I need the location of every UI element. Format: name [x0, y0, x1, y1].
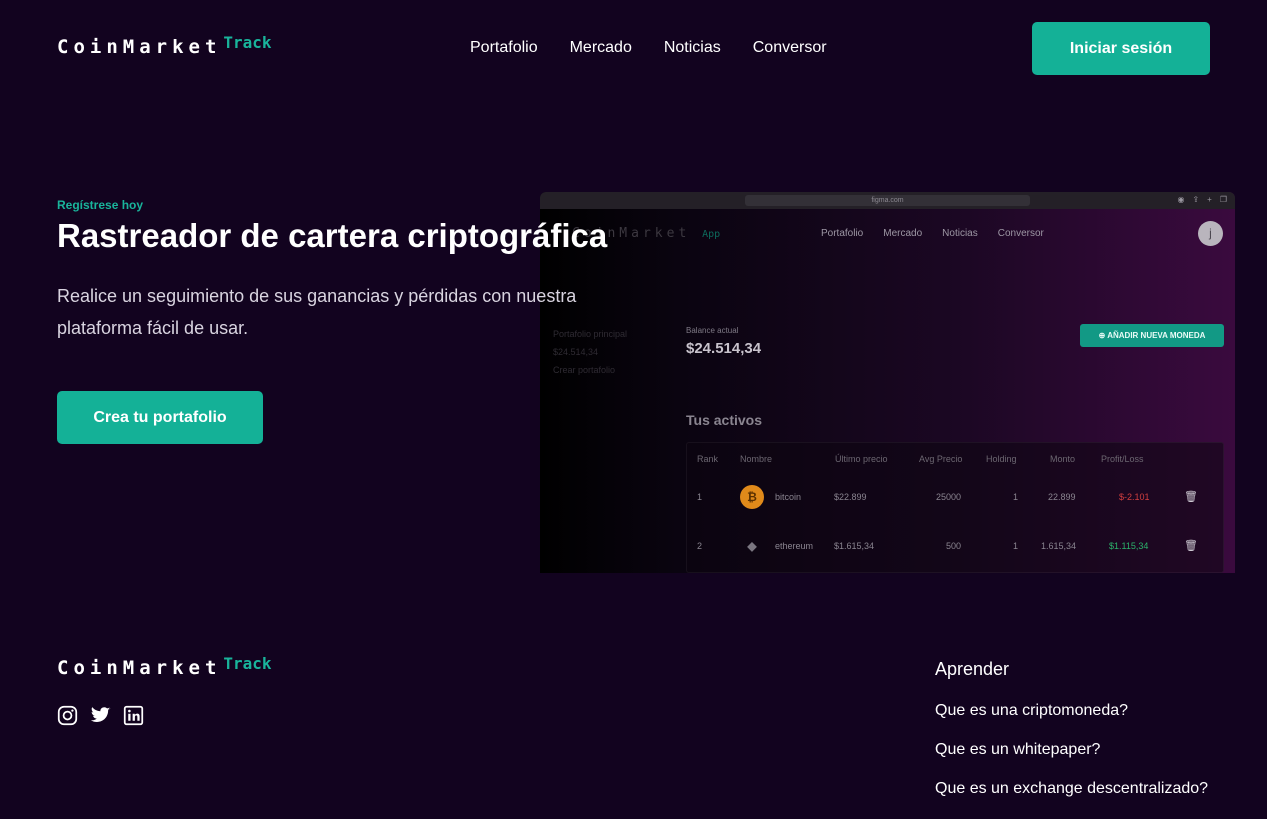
- trash-icon: 🗑: [1184, 540, 1198, 552]
- col-header: Último precio: [835, 454, 888, 464]
- bitcoin-icon: ₿: [740, 485, 764, 509]
- table-row: 2 ◆ ethereum $1.615,34 500 1 1.615,34 $1…: [687, 530, 1225, 573]
- nav-item-mercado[interactable]: Mercado: [570, 39, 632, 57]
- main-nav: Portafolio Mercado Noticias Conversor: [470, 39, 827, 57]
- login-button[interactable]: Iniciar sesión: [1032, 22, 1210, 75]
- linkedin-icon[interactable]: [123, 705, 144, 726]
- browser-bar: figma.com ◉ ⇪ + ❐: [540, 192, 1235, 209]
- col-header: Nombre: [740, 454, 773, 464]
- row-price: $1.615,34: [834, 541, 875, 551]
- eye-icon: ◉: [1177, 195, 1185, 204]
- browser-icons: ◉ ⇪ + ❐: [1177, 195, 1227, 204]
- preview-side-item: $24.514,34: [553, 347, 599, 357]
- row-avg: 25000: [936, 492, 962, 502]
- row-amount: 22.899: [1048, 492, 1076, 502]
- footer-brand-name: CoinMarket: [57, 657, 222, 679]
- top-header: CoinMarket Track Portafolio Mercado Noti…: [0, 0, 1267, 100]
- table-header: Rank Nombre Último precio Avg Precio Hol…: [687, 443, 1225, 475]
- col-header: Rank: [697, 454, 719, 464]
- row-rank: 1: [697, 492, 703, 502]
- preview-nav-item: Conversor: [997, 228, 1044, 239]
- learn-title: Aprender: [935, 659, 1010, 679]
- share-icon: ⇪: [1192, 195, 1200, 204]
- preview-side-item: Crear portafolio: [553, 365, 616, 375]
- preview-assets-table: Rank Nombre Último precio Avg Precio Hol…: [686, 442, 1224, 573]
- hero-eyebrow: Regístrese hoy: [57, 198, 144, 212]
- col-header: Monto: [1050, 454, 1076, 464]
- instagram-icon[interactable]: [57, 705, 78, 726]
- row-pl: $-2.101: [1119, 492, 1150, 502]
- tabs-icon: ❐: [1219, 195, 1227, 204]
- col-header: Avg Precio: [919, 454, 963, 464]
- preview-assets-title: Tus activos: [686, 412, 762, 428]
- preview-nav-item: Mercado: [883, 228, 923, 239]
- row-name: bitcoin: [775, 492, 802, 502]
- nav-item-noticias[interactable]: Noticias: [664, 39, 721, 57]
- preview-nav-item: Portafolio: [821, 228, 864, 239]
- row-price: $22.899: [834, 492, 867, 502]
- row-pl: $1.115,34: [1109, 541, 1149, 551]
- row-rank: 2: [697, 541, 703, 551]
- col-header: Profit/Loss: [1101, 454, 1144, 464]
- preview-nav: Portafolio Mercado Noticias Conversor: [821, 228, 1044, 239]
- table-row: 1 ₿ bitcoin $22.899 25000 1 22.899 $-2.1…: [687, 481, 1225, 530]
- footer-brand-suffix: Track: [223, 654, 272, 673]
- row-amount: 1.615,34: [1041, 541, 1077, 551]
- brand-logo[interactable]: CoinMarket Track: [57, 33, 272, 58]
- learn-section: Aprender Que es una criptomoneda? Que es…: [935, 659, 1208, 819]
- create-portfolio-button[interactable]: Crea tu portafolio: [57, 391, 263, 444]
- hero-title: Rastreador de cartera criptográfica: [57, 217, 608, 254]
- preview-nav-item: Noticias: [942, 228, 978, 239]
- app-preview-image: figma.com ◉ ⇪ + ❐ CoinMarket App Portafo…: [540, 192, 1235, 573]
- preview-balance-label: Balance actual: [686, 326, 739, 335]
- nav-item-conversor[interactable]: Conversor: [753, 39, 827, 57]
- preview-add-coin-label: AÑADIR NUEVA MONEDA: [1107, 331, 1206, 340]
- hero-lead: Realice un seguimiento de sus ganancias …: [57, 286, 577, 338]
- preview-avatar: j: [1198, 221, 1223, 246]
- preview-balance: $24.514,34: [686, 340, 762, 357]
- plus-icon: +: [1207, 195, 1212, 204]
- col-header: Holding: [986, 454, 1017, 464]
- learn-link[interactable]: Que es una criptomoneda?: [935, 702, 1208, 720]
- preview-brand-suffix: App: [702, 229, 721, 240]
- brand-name: CoinMarket: [57, 36, 222, 58]
- social-links: [57, 705, 144, 726]
- row-holding: 1: [1013, 492, 1019, 502]
- browser-url: figma.com: [745, 195, 1030, 206]
- twitter-icon[interactable]: [90, 705, 111, 726]
- row-holding: 1: [1013, 541, 1019, 551]
- brand-suffix: Track: [223, 33, 272, 52]
- preview-add-coin-button: ⊕ AÑADIR NUEVA MONEDA: [1080, 324, 1224, 347]
- trash-icon: 🗑: [1184, 491, 1198, 503]
- learn-link[interactable]: Que es un exchange descentralizado?: [935, 780, 1208, 798]
- nav-item-portafolio[interactable]: Portafolio: [470, 39, 538, 57]
- row-avg: 500: [946, 541, 962, 551]
- footer-logo[interactable]: CoinMarket Track: [57, 654, 272, 679]
- ethereum-icon: ◆: [747, 539, 757, 553]
- row-name: ethereum: [775, 541, 814, 551]
- learn-link[interactable]: Que es un whitepaper?: [935, 741, 1208, 759]
